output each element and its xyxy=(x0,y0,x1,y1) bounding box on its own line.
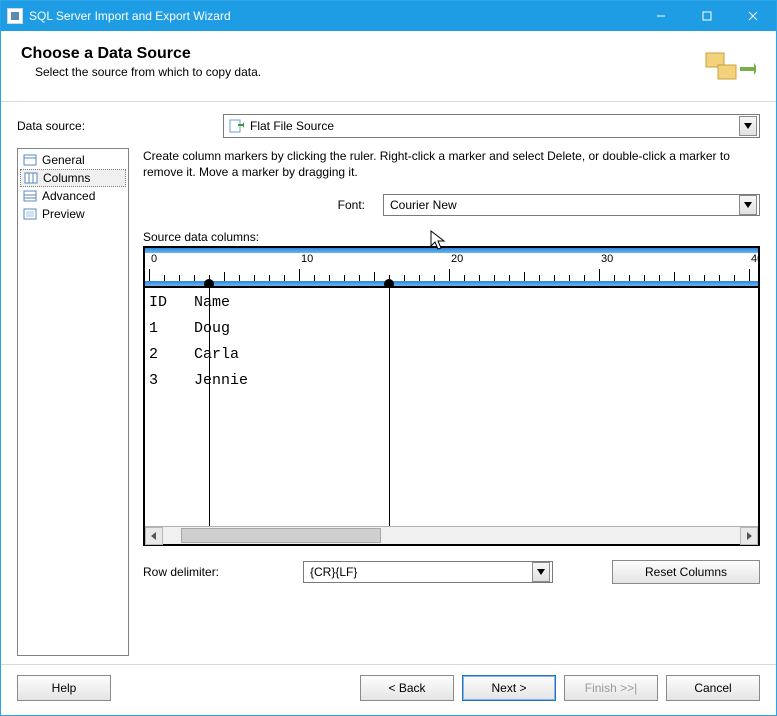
data-source-row: Data source: Flat File Source xyxy=(17,114,760,138)
row-delimiter-drop-button[interactable] xyxy=(532,562,550,582)
column-divider xyxy=(389,288,390,526)
sidebar-item-label: Advanced xyxy=(42,189,95,203)
scroll-left-button[interactable] xyxy=(145,527,163,545)
row-delimiter-dropdown[interactable]: {CR}{LF} xyxy=(303,561,553,583)
column-marker[interactable] xyxy=(204,279,214,288)
data-source-label: Data source: xyxy=(17,119,223,133)
window-root: SQL Server Import and Export Wizard Choo… xyxy=(0,0,777,716)
row-delimiter-label: Row delimiter: xyxy=(143,565,293,579)
finish-button[interactable]: Finish >>| xyxy=(564,675,658,701)
ruler-wrap: 010203040 xyxy=(145,248,758,288)
source-columns-area: 010203040 ID Name 1 Doug 2 Carla 3 Jennie xyxy=(143,246,760,546)
data-row: ID Name xyxy=(149,294,230,311)
sidebar-item-general[interactable]: General xyxy=(20,151,126,169)
scroll-right-button[interactable] xyxy=(740,527,758,545)
close-button[interactable] xyxy=(730,1,776,31)
row-delimiter-value: {CR}{LF} xyxy=(310,565,532,579)
page-subtitle: Select the source from which to copy dat… xyxy=(35,65,688,79)
cancel-button[interactable]: Cancel xyxy=(666,675,760,701)
font-row: Font: Courier New xyxy=(143,194,760,216)
bottom-row: Row delimiter: {CR}{LF} Reset Columns xyxy=(143,560,760,584)
body: Data source: Flat File Source xyxy=(1,102,776,664)
scroll-track[interactable] xyxy=(163,527,740,544)
window-title: SQL Server Import and Export Wizard xyxy=(29,9,638,23)
wizard-logo-icon xyxy=(700,45,756,93)
horizontal-scrollbar[interactable] xyxy=(145,526,758,544)
general-icon xyxy=(22,153,38,167)
data-source-drop-button[interactable] xyxy=(739,116,757,136)
help-button[interactable]: Help xyxy=(17,675,111,701)
data-row: 3 Jennie xyxy=(149,372,248,389)
sidebar-item-label: Columns xyxy=(43,171,90,185)
data-grid[interactable]: ID Name 1 Doug 2 Carla 3 Jennie xyxy=(145,288,758,526)
next-button[interactable]: Next > xyxy=(462,675,556,701)
mid: General Columns Advanced xyxy=(17,148,760,656)
data-source-value: Flat File Source xyxy=(250,119,739,133)
data-source-dropdown[interactable]: Flat File Source xyxy=(223,114,760,138)
sidebar-item-label: Preview xyxy=(42,207,85,221)
marker-band[interactable] xyxy=(145,281,758,286)
column-marker[interactable] xyxy=(384,279,394,288)
font-drop-button[interactable] xyxy=(739,195,757,215)
sidebar-item-label: General xyxy=(42,153,85,167)
footer: Help < Back Next > Finish >>| Cancel xyxy=(1,664,776,715)
sidebar-item-advanced[interactable]: Advanced xyxy=(20,187,126,205)
font-value: Courier New xyxy=(390,198,739,212)
instructions-text: Create column markers by clicking the ru… xyxy=(143,148,760,180)
ruler[interactable]: 010203040 xyxy=(145,253,758,281)
scroll-thumb[interactable] xyxy=(181,528,381,543)
sidebar-item-columns[interactable]: Columns xyxy=(20,169,126,187)
minimize-button[interactable] xyxy=(638,1,684,31)
preview-icon xyxy=(22,207,38,221)
data-row: 2 Carla xyxy=(149,346,239,363)
back-button[interactable]: < Back xyxy=(360,675,454,701)
reset-columns-button[interactable]: Reset Columns xyxy=(612,560,760,584)
data-row: 1 Doug xyxy=(149,320,230,337)
main-panel: Create column markers by clicking the ru… xyxy=(129,148,760,656)
page-title: Choose a Data Source xyxy=(21,45,688,63)
columns-icon xyxy=(23,171,39,185)
advanced-icon xyxy=(22,189,38,203)
source-columns-label: Source data columns: xyxy=(143,230,760,244)
font-dropdown[interactable]: Courier New xyxy=(383,194,760,216)
sidebar-item-preview[interactable]: Preview xyxy=(20,205,126,223)
maximize-button[interactable] xyxy=(684,1,730,31)
font-label: Font: xyxy=(143,198,383,212)
sidebar: General Columns Advanced xyxy=(17,148,129,656)
app-icon xyxy=(7,8,23,24)
flat-file-source-icon xyxy=(228,118,244,134)
titlebar[interactable]: SQL Server Import and Export Wizard xyxy=(1,1,776,31)
page-header: Choose a Data Source Select the source f… xyxy=(1,31,776,102)
